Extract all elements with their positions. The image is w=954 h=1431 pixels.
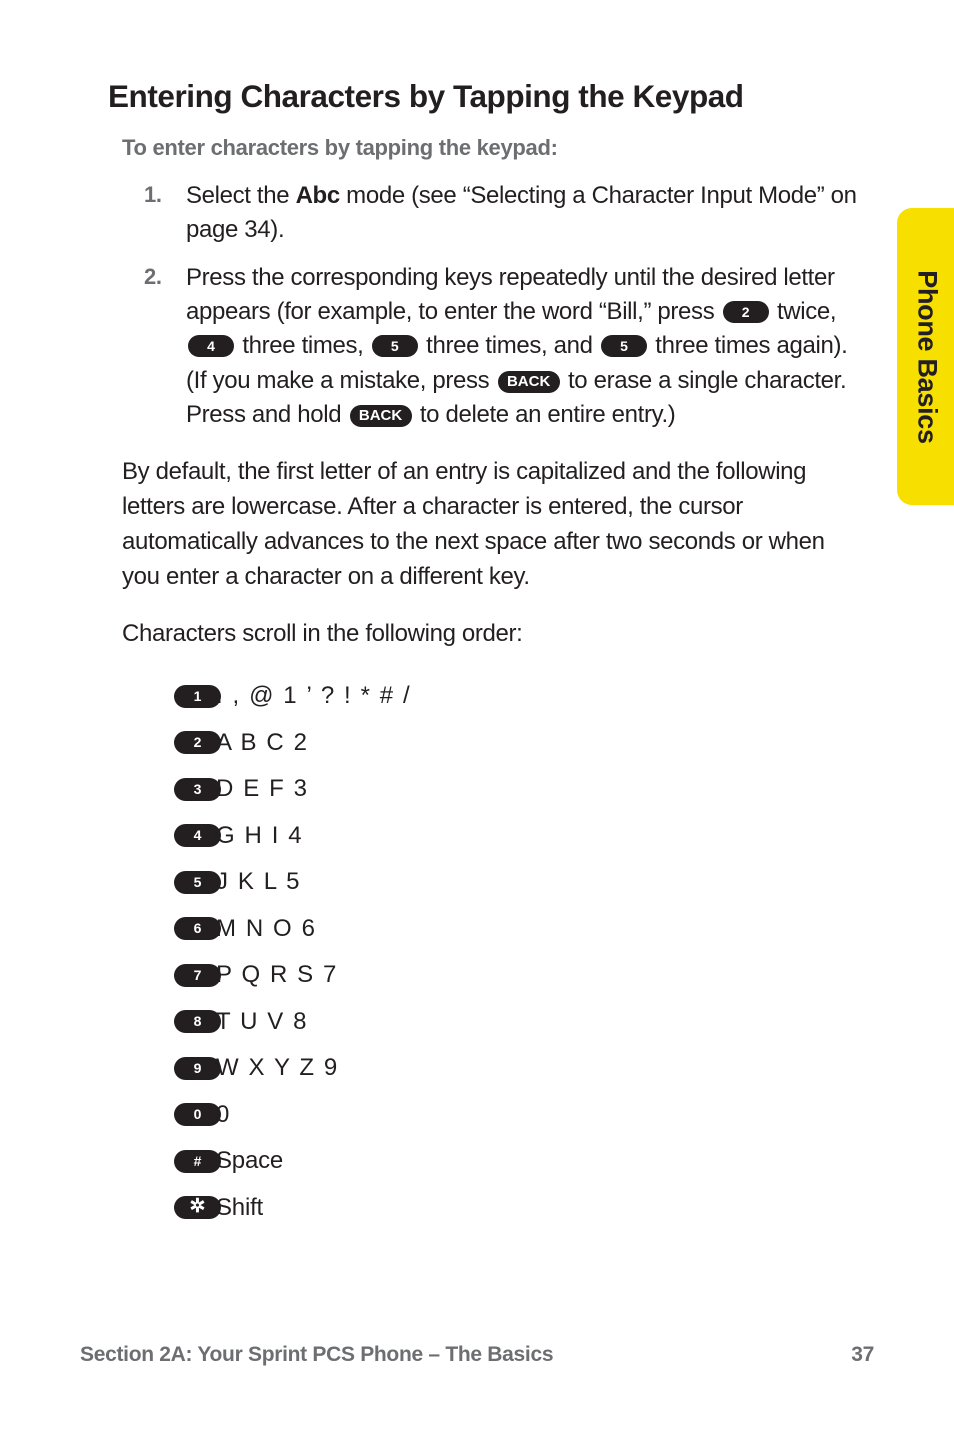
step-item: 1. Select the Abc mode (see “Selecting a… — [108, 179, 860, 247]
key-column: 2 — [108, 731, 221, 755]
key-8-icon: 8 — [174, 1010, 221, 1034]
key-3-icon: 3 — [174, 777, 221, 801]
key-column: 0 — [108, 1103, 221, 1127]
key-column: 3 — [108, 777, 221, 801]
key-9-icon: 9 — [174, 1056, 221, 1080]
key-column: 7 — [108, 963, 221, 987]
scroll-list-row: 5 J K L 5 — [108, 859, 860, 906]
step2-segment-3: three times, — [236, 332, 370, 360]
step2-segment-4: three times, and — [419, 332, 599, 360]
scroll-row-characters: G H I 4 — [216, 821, 304, 849]
scroll-list-row: 3 D E F 3 — [108, 766, 860, 813]
key-back-icon: BACK — [497, 370, 560, 393]
key-0-icon: 0 — [174, 1103, 221, 1127]
key-7-icon: 7 — [174, 963, 221, 987]
scroll-row-characters: J K L 5 — [216, 868, 302, 896]
footer-section-label: Section 2A: Your Sprint PCS Phone – The … — [80, 1343, 554, 1366]
section-subheading: To enter characters by tapping the keypa… — [122, 135, 558, 161]
scroll-list-row: 1 . , @ 1 ’ ? ! * # / — [108, 673, 860, 720]
instruction-steps: 1. Select the Abc mode (see “Selecting a… — [108, 179, 860, 432]
key-column: 1 — [108, 684, 221, 708]
step-number: 2. — [144, 264, 162, 290]
scroll-list-row: 7 P Q R S 7 — [108, 952, 860, 999]
step-text: Press the corresponding keys repeatedly … — [186, 264, 848, 428]
body-paragraph-default-capitalization: By default, the first letter of an entry… — [122, 457, 825, 590]
scroll-row-characters: Shift — [216, 1193, 264, 1221]
step1-text-before: Select the — [186, 182, 296, 210]
scroll-list-row: 2 A B C 2 — [108, 719, 860, 766]
step1-bold-mode: Abc — [295, 182, 341, 210]
key-1-icon: 1 — [174, 684, 221, 708]
scroll-list-row: 0 0 — [108, 1091, 860, 1138]
scroll-row-characters: P Q R S 7 — [216, 961, 339, 989]
key-column: 6 — [108, 917, 221, 941]
page-footer: Section 2A: Your Sprint PCS Phone – The … — [80, 1343, 874, 1367]
scroll-list-row: 8 T U V 8 — [108, 998, 860, 1045]
scroll-row-characters: . , @ 1 ’ ? ! * # / — [216, 682, 412, 710]
key-column: # — [108, 1149, 221, 1173]
key-column: ✲ — [108, 1196, 221, 1220]
key-2-icon: 2 — [174, 731, 221, 755]
step-item: 2. Press the corresponding keys repeated… — [108, 261, 860, 431]
scroll-row-characters: Space — [216, 1147, 284, 1175]
key-column: 8 — [108, 1010, 221, 1034]
page-content: Entering Characters by Tapping the Keypa… — [108, 78, 860, 1231]
scroll-list-row: 9 W X Y Z 9 — [108, 1045, 860, 1092]
key-6-icon: 6 — [174, 917, 221, 941]
key-asterisk-icon: ✲ — [174, 1196, 221, 1220]
key-5-icon: 5 — [600, 335, 647, 358]
footer-page-number: 37 — [851, 1343, 874, 1366]
key-column: 5 — [108, 870, 221, 894]
step2-segment-7: to delete an entire entry.) — [413, 400, 676, 428]
step-number: 1. — [144, 182, 162, 208]
page-title: Entering Characters by Tapping the Keypa… — [108, 78, 744, 114]
key-column: 9 — [108, 1056, 221, 1080]
scroll-row-characters: D E F 3 — [216, 775, 309, 803]
key-2-icon: 2 — [722, 301, 769, 324]
body-paragraph-scroll-order: Characters scroll in the following order… — [122, 619, 523, 647]
character-scroll-list: 1 . , @ 1 ’ ? ! * # / 2 A B C 2 3 D E F … — [108, 673, 860, 1231]
scroll-row-characters: 0 — [216, 1100, 231, 1128]
scroll-list-row: 4 G H I 4 — [108, 812, 860, 859]
document-page: Phone Basics Entering Characters by Tapp… — [0, 0, 954, 1431]
key-column: 4 — [108, 824, 221, 848]
section-side-tab: Phone Basics — [897, 208, 954, 505]
key-hash-icon: # — [174, 1149, 221, 1173]
step2-segment-2: twice, — [770, 298, 837, 326]
scroll-row-characters: A B C 2 — [216, 728, 309, 756]
scroll-list-row: ✲ Shift — [108, 1184, 860, 1231]
step-text: Select the Abc mode (see “Selecting a Ch… — [186, 182, 857, 243]
key-5-icon: 5 — [371, 335, 418, 358]
key-4-icon: 4 — [188, 335, 234, 358]
side-tab-label: Phone Basics — [912, 269, 943, 444]
scroll-row-characters: T U V 8 — [216, 1007, 309, 1035]
scroll-list-row: # Space — [108, 1138, 860, 1185]
scroll-list-row: 6 M N O 6 — [108, 905, 860, 952]
key-5-icon: 5 — [174, 870, 221, 894]
key-4-icon: 4 — [174, 824, 221, 848]
key-back-icon: BACK — [349, 404, 412, 427]
scroll-row-characters: M N O 6 — [216, 914, 317, 942]
scroll-row-characters: W X Y Z 9 — [216, 1054, 339, 1082]
